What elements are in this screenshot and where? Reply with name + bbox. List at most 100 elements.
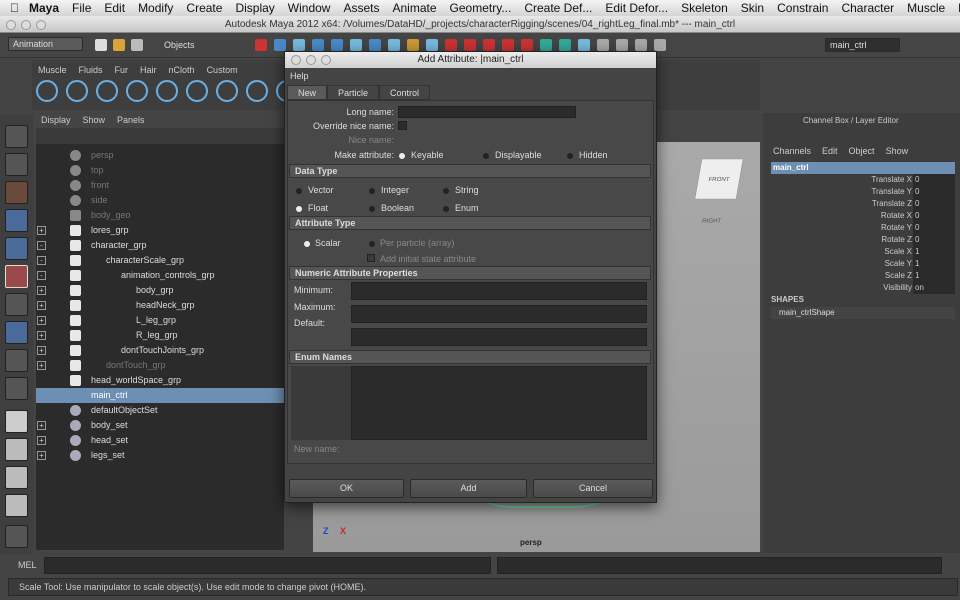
expand-icon[interactable]: +	[37, 226, 46, 235]
toolbar-tool-icon[interactable]	[350, 39, 362, 51]
channel-row[interactable]: Visibilityon	[771, 282, 955, 294]
menu-display[interactable]: Display	[235, 1, 274, 15]
close-icon[interactable]	[291, 55, 301, 65]
expand-icon[interactable]: +	[37, 316, 46, 325]
menu-edit-defor[interactable]: Edit Defor...	[605, 1, 668, 15]
string-radio[interactable]	[443, 188, 449, 194]
per-particle-radio[interactable]	[369, 241, 375, 247]
shelf-tab-fur[interactable]: Fur	[109, 62, 135, 78]
add-button[interactable]: Add	[410, 479, 527, 498]
channel-value[interactable]: 0	[913, 210, 955, 222]
shelf-tab-muscle[interactable]: Muscle	[32, 62, 73, 78]
outliner-item[interactable]: +dontTouchJoints_grp	[36, 343, 284, 358]
toolbar-tool-icon[interactable]	[559, 39, 571, 51]
menu-assets[interactable]: Assets	[343, 1, 379, 15]
enum-radio[interactable]	[443, 206, 449, 212]
curve-icon[interactable]	[126, 80, 148, 102]
channel-box-object[interactable]: main_ctrl	[771, 162, 955, 174]
shelf-tab-hair[interactable]: Hair	[134, 62, 163, 78]
collapse-icon[interactable]: -	[37, 271, 46, 280]
toolbar-tool-icon[interactable]	[388, 39, 400, 51]
outliner-item[interactable]: -character_grp	[36, 238, 284, 253]
expand-icon[interactable]: +	[37, 451, 46, 460]
view-cube[interactable]: FRONT RIGHT	[694, 158, 744, 199]
channel-box-menu-show[interactable]: Show	[886, 146, 909, 156]
boolean-radio[interactable]	[369, 206, 375, 212]
paint-tool-icon[interactable]	[5, 181, 28, 204]
cylinder-icon[interactable]	[186, 80, 208, 102]
select-tool-icon[interactable]	[5, 125, 28, 148]
menu-skeleton[interactable]: Skeleton	[681, 1, 728, 15]
tab-control[interactable]: Control	[379, 85, 430, 100]
menu-file[interactable]: File	[72, 1, 91, 15]
shelf-tab-fluids[interactable]: Fluids	[73, 62, 109, 78]
outliner-item[interactable]: main_ctrl	[36, 388, 284, 403]
collapse-icon[interactable]: -	[37, 256, 46, 265]
toolbar-tool-icon[interactable]	[540, 39, 552, 51]
outliner-item[interactable]: +lores_grp	[36, 223, 284, 238]
channel-value[interactable]: 0	[913, 234, 955, 246]
toolbar-tool-icon[interactable]	[464, 39, 476, 51]
graph-layout-icon[interactable]	[5, 494, 28, 517]
menu-geometry[interactable]: Geometry...	[450, 1, 512, 15]
channel-row[interactable]: Rotate X0	[771, 210, 955, 222]
displayable-radio[interactable]	[483, 153, 489, 159]
mel-input[interactable]	[44, 557, 491, 574]
toolbar-tool-icon[interactable]	[597, 39, 609, 51]
expand-icon[interactable]: +	[37, 436, 46, 445]
circle-icon[interactable]	[96, 80, 118, 102]
collapse-icon[interactable]: -	[37, 241, 46, 250]
menuset-dropdown[interactable]: Animation	[8, 37, 83, 51]
menu-create-def[interactable]: Create Def...	[524, 1, 592, 15]
channel-value[interactable]: 0	[913, 174, 955, 186]
outliner-menu-display[interactable]: Display	[41, 113, 71, 128]
toolbar-tool-icon[interactable]	[331, 39, 343, 51]
initial-state-checkbox[interactable]	[367, 254, 375, 262]
shelf-tab-custom[interactable]: Custom	[201, 62, 244, 78]
window-controls[interactable]	[6, 20, 46, 30]
data-type-header[interactable]: Data Type	[289, 164, 651, 178]
override-nice-name-checkbox[interactable]	[398, 121, 407, 130]
channel-box-menu-object[interactable]: Object	[849, 146, 875, 156]
toolbar-tool-icon[interactable]	[502, 39, 514, 51]
tab-particle[interactable]: Particle	[327, 85, 379, 100]
outliner-item[interactable]: +legs_set	[36, 448, 284, 463]
zoom-icon[interactable]	[321, 55, 331, 65]
outliner-item[interactable]: -animation_controls_grp	[36, 268, 284, 283]
menu-modify[interactable]: Modify	[138, 1, 173, 15]
channel-value[interactable]: 1	[913, 246, 955, 258]
show-manipulator-icon[interactable]	[5, 349, 28, 372]
default-input[interactable]	[351, 328, 647, 346]
enum-names-header[interactable]: Enum Names	[289, 350, 651, 364]
channel-row[interactable]: Rotate Y0	[771, 222, 955, 234]
outliner-menu-show[interactable]: Show	[83, 113, 106, 128]
channel-value[interactable]: 1	[913, 270, 955, 282]
outliner-item[interactable]: +L_leg_grp	[36, 313, 284, 328]
sphere-icon[interactable]	[156, 80, 178, 102]
menu-skin[interactable]: Skin	[741, 1, 764, 15]
manipulator-tool-icon[interactable]	[5, 293, 28, 316]
outliner-item[interactable]: persp	[36, 148, 284, 163]
menu-constrain[interactable]: Constrain	[777, 1, 828, 15]
channel-box-menu-channels[interactable]: Channels	[773, 146, 811, 156]
close-icon[interactable]	[6, 20, 16, 30]
new-scene-icon[interactable]	[95, 39, 107, 51]
vector-radio[interactable]	[296, 188, 302, 194]
ok-button[interactable]: OK	[289, 479, 404, 498]
channel-row[interactable]: Scale Z1	[771, 270, 955, 282]
soft-mod-icon[interactable]	[5, 321, 28, 344]
toolbar-tool-icon[interactable]	[407, 39, 419, 51]
outliner-item[interactable]: +dontTouch_grp	[36, 358, 284, 373]
channel-value[interactable]: 1	[913, 258, 955, 270]
integer-radio[interactable]	[369, 188, 375, 194]
outliner-item[interactable]: side	[36, 193, 284, 208]
menu-animate[interactable]: Animate	[393, 1, 437, 15]
toolbar-tool-icon[interactable]	[293, 39, 305, 51]
toolbar-tool-icon[interactable]	[255, 39, 267, 51]
help-menu[interactable]: Help	[290, 71, 309, 81]
outliner-filter-field[interactable]	[36, 128, 284, 144]
tab-new[interactable]: New	[287, 85, 327, 100]
scale-tool-icon[interactable]	[5, 265, 28, 288]
channel-value[interactable]: 0	[913, 222, 955, 234]
channel-box-menu-edit[interactable]: Edit	[822, 146, 838, 156]
